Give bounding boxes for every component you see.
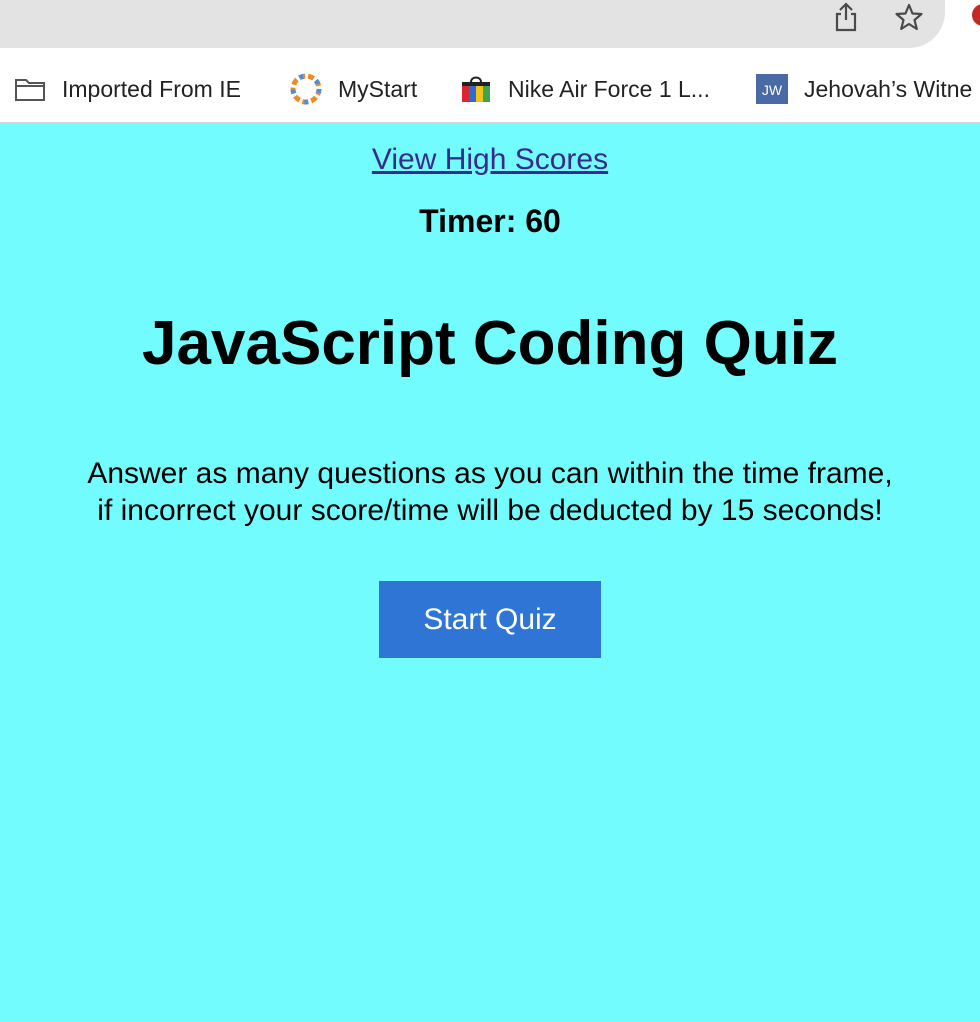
bookmark-jehovahs-witnesses[interactable]: JW Jehovah’s Witne bbox=[756, 72, 972, 106]
page-title: JavaScript Coding Quiz bbox=[142, 309, 838, 378]
profile-avatar[interactable] bbox=[972, 4, 980, 26]
view-high-scores-link[interactable]: View High Scores bbox=[0, 143, 980, 177]
bookmark-label: Nike Air Force 1 L... bbox=[508, 75, 710, 102]
folder-icon bbox=[14, 74, 46, 104]
instructions-line-1: Answer as many questions as you can with… bbox=[87, 457, 893, 490]
address-bar[interactable] bbox=[0, 0, 945, 48]
bookmark-label: MyStart bbox=[338, 75, 418, 102]
star-icon[interactable] bbox=[893, 0, 925, 34]
timer-display: Timer: 60 bbox=[419, 203, 561, 239]
instructions-line-2: if incorrect your score/time will be ded… bbox=[97, 494, 883, 527]
svg-text:JW: JW bbox=[762, 82, 783, 98]
start-quiz-button[interactable]: Start Quiz bbox=[379, 581, 601, 658]
bookmark-label: Jehovah’s Witne bbox=[804, 75, 973, 102]
bookmarks-bar: Imported From IE MyStart Nike Air Force … bbox=[0, 48, 980, 123]
bookmark-imported-from-ie[interactable]: Imported From IE bbox=[14, 72, 241, 106]
mystart-icon bbox=[290, 73, 322, 105]
jw-icon: JW bbox=[756, 74, 788, 104]
quiz-page: View High Scores Timer: 60 JavaScript Co… bbox=[0, 123, 980, 1022]
bookmark-label: Imported From IE bbox=[62, 75, 241, 102]
quiz-instructions: Answer as many questions as you can with… bbox=[40, 455, 940, 529]
browser-toolbar bbox=[0, 0, 980, 48]
bookmark-mystart[interactable]: MyStart bbox=[290, 72, 417, 106]
bookmark-nike-air-force[interactable]: Nike Air Force 1 L... bbox=[460, 72, 710, 106]
shopping-bag-icon bbox=[460, 74, 492, 104]
share-icon[interactable] bbox=[830, 0, 862, 34]
